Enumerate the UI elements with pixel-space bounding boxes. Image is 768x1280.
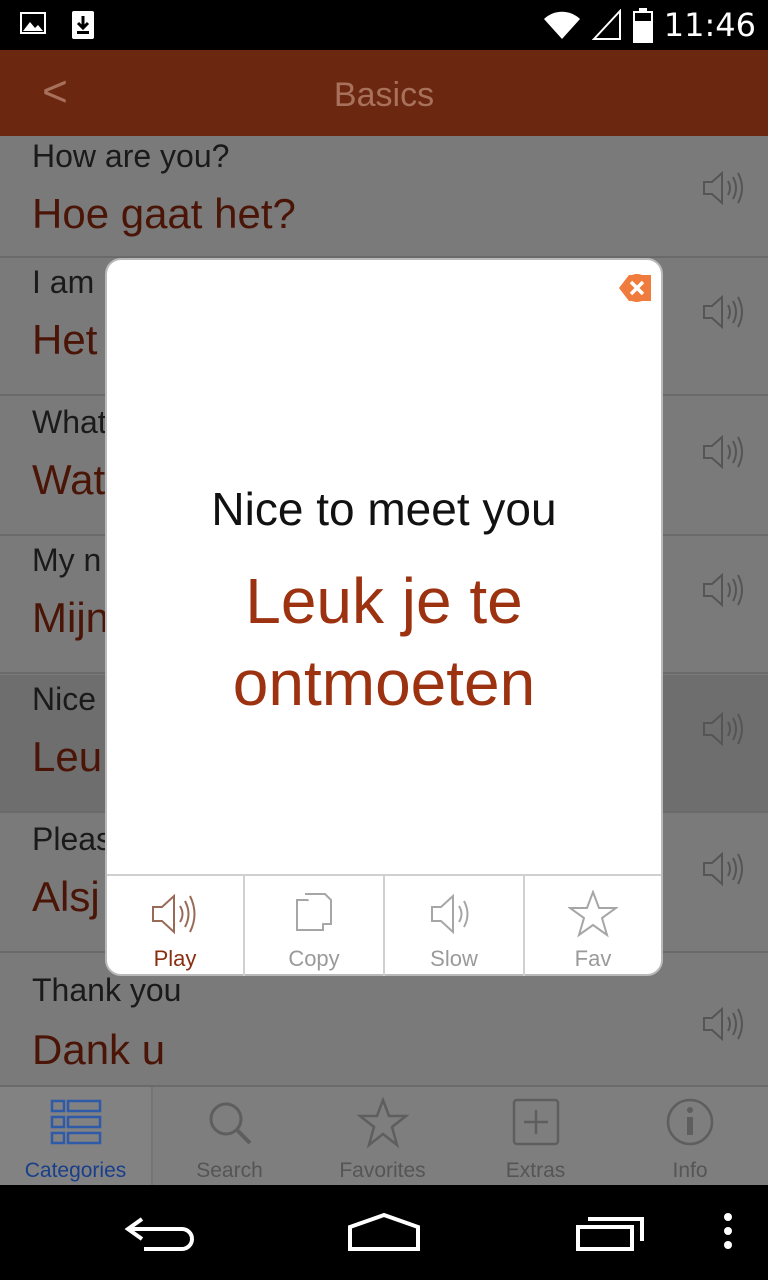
phrase-english: My n (32, 542, 102, 578)
star-icon (355, 1097, 410, 1149)
cell-signal-icon (591, 9, 621, 40)
phrase-dialog: Nice to meet you Leuk je te ontmoeten Pl… (105, 258, 663, 976)
tab-label: Categories (24, 1159, 127, 1182)
back-button[interactable]: < (30, 64, 80, 120)
play-button[interactable]: Play (107, 876, 245, 976)
categories-icon (50, 1099, 101, 1145)
gallery-notification-icon (20, 12, 46, 34)
fav-button[interactable]: Fav (525, 876, 661, 976)
phrase-dutch: Wat (32, 456, 106, 503)
recents-nav-icon[interactable] (574, 1205, 646, 1255)
dialog-actions: Play Copy Slow Fav (107, 874, 661, 976)
phrase-english: What (32, 404, 107, 440)
plus-icon (512, 1098, 559, 1146)
slow-label: Slow (430, 946, 478, 971)
list-item[interactable]: How are you? Hoe gaat het? (0, 136, 768, 258)
search-icon (209, 1102, 251, 1145)
speaker-icon[interactable] (702, 168, 746, 208)
speaker-icon[interactable] (702, 1004, 746, 1044)
copy-label: Copy (288, 946, 340, 971)
tab-info[interactable]: Info (612, 1087, 768, 1187)
tab-categories[interactable]: Categories (0, 1087, 153, 1187)
phrase-english: Nice (32, 681, 97, 717)
home-nav-icon[interactable] (346, 1205, 422, 1255)
phrase-english: Pleas (32, 821, 113, 857)
speaker-icon[interactable] (702, 709, 746, 749)
phrase-dutch: Alsj (32, 873, 100, 920)
tab-label: Extras (505, 1159, 566, 1182)
tab-label: Search (196, 1159, 263, 1182)
phrase-dutch: Hoe gaat het? (32, 190, 296, 237)
phrase-english: How are you? (32, 138, 230, 174)
speaker-icon[interactable] (702, 292, 746, 332)
star-icon (568, 890, 618, 938)
copy-button[interactable]: Copy (245, 876, 385, 976)
play-label: Play (153, 946, 197, 971)
status-bar: 11:46 (0, 0, 768, 50)
slow-button[interactable]: Slow (385, 876, 525, 976)
speaker-icon[interactable] (702, 570, 746, 610)
tab-search[interactable]: Search (153, 1087, 306, 1187)
speaker-icon[interactable] (702, 432, 746, 472)
phrase-english: I am (32, 264, 95, 300)
speaker-icon[interactable] (702, 849, 746, 889)
tab-favorites[interactable]: Favorites (306, 1087, 459, 1187)
speaker-icon (152, 893, 196, 935)
phrase-dutch: Mijn (32, 594, 110, 641)
phrase-english: Thank you (32, 972, 182, 1008)
tab-label: Favorites (339, 1159, 426, 1182)
speaker-slow-icon (431, 893, 469, 935)
system-nav-bar (0, 1185, 768, 1280)
wifi-icon (543, 11, 580, 39)
phrase-dutch: Dank u (32, 1026, 166, 1073)
app-header: Basics < (0, 50, 768, 136)
tab-bar: Categories Search Favorites Extras Info (0, 1085, 768, 1187)
info-icon (666, 1098, 714, 1146)
close-icon[interactable] (617, 272, 653, 304)
back-nav-icon[interactable] (124, 1205, 196, 1255)
download-notification-icon (72, 11, 94, 39)
phrase-dutch: Leu (32, 733, 103, 780)
page-title: Basics (333, 76, 435, 114)
battery-icon (632, 8, 653, 43)
tab-label: Info (672, 1159, 708, 1182)
dialog-english-phrase: Nice to meet you (211, 483, 557, 535)
fav-label: Fav (574, 946, 612, 971)
dialog-dutch-phrase: Leuk je te ontmoeten (232, 565, 536, 719)
tab-extras[interactable]: Extras (459, 1087, 612, 1187)
clock: 11:46 (663, 6, 756, 44)
copy-icon (296, 893, 332, 931)
menu-nav-icon[interactable] (720, 1205, 736, 1255)
phrase-dutch: Het (32, 316, 98, 363)
